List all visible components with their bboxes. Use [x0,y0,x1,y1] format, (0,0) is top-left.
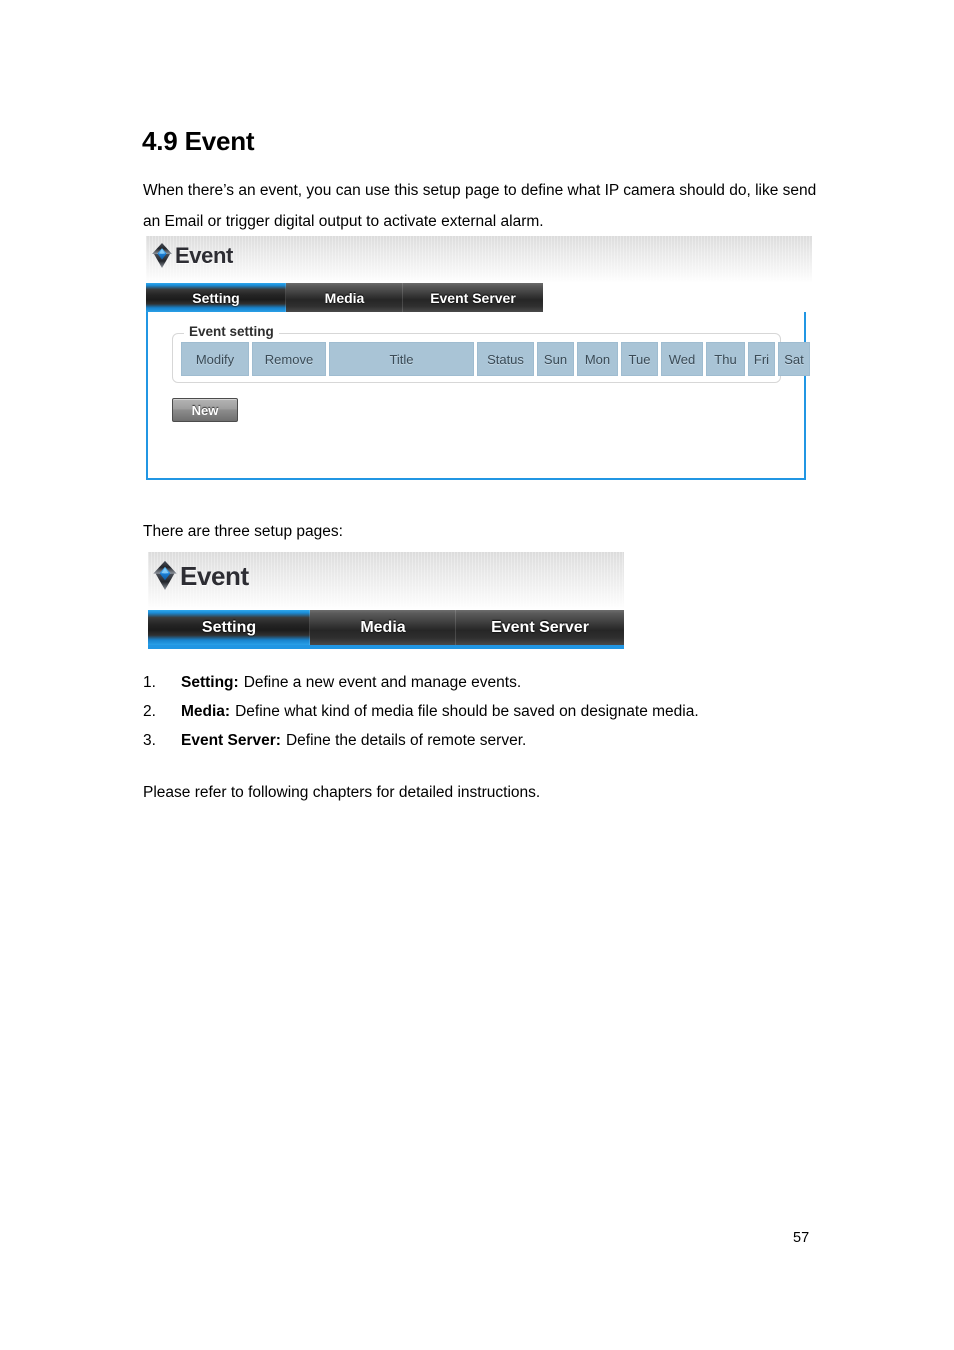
column-header-thu[interactable]: Thu [706,342,745,376]
widget-header-bar [146,236,812,283]
event-tabs-screenshot: Event Setting Media Event Server [148,552,624,650]
event-setting-screenshot: Event Setting Media Event Server Event s… [146,236,812,480]
event-setting-fieldset: Event setting Modify Remove Title Status… [172,324,810,383]
list-item: 2. Media: Define what kind of media file … [143,697,843,726]
new-button[interactable]: New [172,398,238,422]
list-item: 1. Setting: Define a new event and manage… [143,668,843,697]
column-header-modify[interactable]: Modify [181,342,249,376]
event-setting-legend: Event setting [184,324,279,339]
tab-media[interactable]: Media [286,283,403,312]
column-header-status[interactable]: Status [477,342,534,376]
tab-event-server[interactable]: Event Server [403,283,543,312]
column-header-mon[interactable]: Mon [577,342,618,376]
page-title: 4.9 Event [142,126,255,156]
setup-pages-list: 1. Setting: Define a new event and manage… [143,668,843,755]
event-diamond-logo-icon [150,241,174,271]
column-header-sun[interactable]: Sun [537,342,574,376]
list-item-number: 3. [143,732,156,749]
tab-setting[interactable]: Setting [148,610,310,645]
panel-top-edge [148,645,624,649]
tab-media-label: Media [360,618,406,636]
column-header-wed[interactable]: Wed [661,342,703,376]
brand-logo: Event [150,241,233,271]
brand-logo: Event [151,558,249,594]
tab-bar[interactable]: Setting Media Event Server [146,283,543,312]
tab-bar[interactable]: Setting Media Event Server [148,610,624,645]
list-item-number: 2. [143,703,156,720]
column-header-sat[interactable]: Sat [778,342,810,376]
tab-media-label: Media [324,289,365,306]
document-page: 4.9 Event When there’s an event, you can… [0,0,954,1350]
tab-event-server-label: Event Server [491,618,589,636]
column-header-remove[interactable]: Remove [252,342,326,376]
tab-event-server[interactable]: Event Server [456,610,624,645]
page-number: 57 [793,1230,810,1246]
column-header-fri[interactable]: Fri [748,342,775,376]
list-item-number: 1. [143,674,156,691]
tab-setting[interactable]: Setting [146,283,286,312]
list-item-term: Setting: [181,674,239,691]
brand-title: Event [175,243,233,268]
column-header-title[interactable]: Title [329,342,474,376]
list-item-description: Define the details of remote server. [285,732,527,749]
tab-event-server-label: Event Server [430,289,516,306]
closing-paragraph: Please refer to following chapters for d… [143,784,541,801]
tab-setting-label: Setting [192,289,240,306]
intro-paragraph: When there’s an event, you can use this … [143,182,817,230]
tab-media[interactable]: Media [310,610,456,645]
list-item-description: Define what kind of media file should be… [235,703,699,720]
tab-setting-label: Setting [201,618,257,636]
three-setup-pages-text: There are three setup pages: [143,523,343,540]
list-item-term: Event Server: [181,732,281,749]
list-item-description: Define a new event and manage events. [243,674,522,691]
column-header-tue[interactable]: Tue [621,342,658,376]
list-item: 3. Event Server: Define the details of re… [143,726,843,755]
setting-panel: Event setting Modify Remove Title Status… [146,312,810,480]
event-table-header-row: Modify Remove Title Status Sun Mon Tue W… [181,342,810,376]
brand-title: Event [180,560,249,591]
event-diamond-logo-icon [151,558,179,594]
list-item-term: Media: [181,703,231,720]
